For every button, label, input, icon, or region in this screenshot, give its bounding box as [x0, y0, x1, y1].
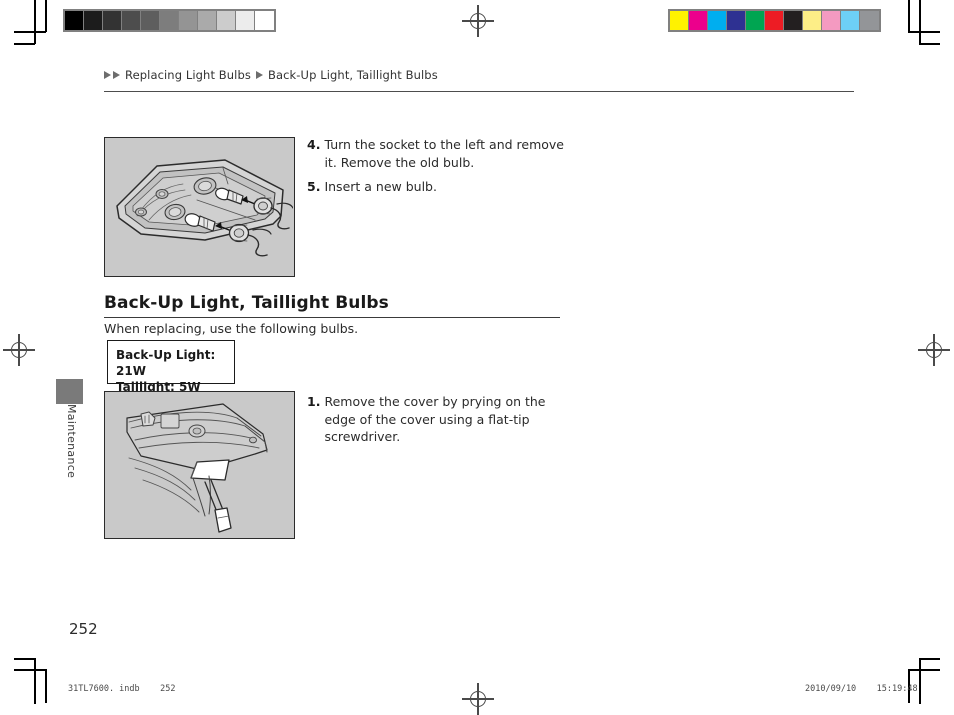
step-text: Turn the socket to the left and remove i…	[324, 137, 564, 170]
page-title: Back-Up Light, Taillight Bulbs	[104, 293, 389, 313]
instruction-step: 5. Insert a new bulb.	[307, 178, 567, 196]
step-text: Insert a new bulb.	[324, 179, 437, 194]
step-number: 1.	[307, 394, 321, 409]
page-number: 252	[69, 620, 98, 638]
instruction-list-top: 4. Turn the socket to the left and remov…	[307, 136, 567, 196]
instruction-step: 4. Turn the socket to the left and remov…	[307, 136, 567, 171]
triangle-right-icon	[104, 71, 111, 79]
section-intro-text: When replacing, use the following bulbs.	[104, 321, 359, 336]
spec-backup-light: Back-Up Light: 21W	[116, 348, 216, 378]
manual-page: Replacing Light Bulbs Back-Up Light, Tai…	[0, 0, 954, 704]
breadcrumb-current: Back-Up Light, Taillight Bulbs	[267, 68, 438, 82]
section-divider	[104, 317, 560, 319]
bulb-spec-box: Back-Up Light: 21W Taillight: 5W	[107, 340, 235, 394]
step-number: 4.	[307, 137, 321, 152]
section-tab-label: Maintenance	[65, 404, 78, 479]
footer-timestamp: 2010/09/10 15:19:48	[805, 684, 918, 694]
taillight-assembly-drawing	[116, 159, 293, 257]
breadcrumb: Replacing Light Bulbs Back-Up Light, Tai…	[104, 68, 854, 82]
trunk-cover-illustration: Cover	[104, 391, 295, 539]
section-tab-marker	[56, 379, 83, 404]
instruction-list-bottom: 1. Remove the cover by prying on the edg…	[307, 393, 562, 446]
footer-file-info: 31TL7600. indb 252	[68, 684, 176, 694]
step-number: 5.	[307, 179, 321, 194]
step-text: Remove the cover by prying on the edge o…	[324, 394, 546, 444]
triangle-right-icon	[113, 71, 120, 79]
triangle-right-icon	[255, 71, 263, 79]
taillight-assembly-illustration: Bulb Socket	[104, 137, 295, 277]
trunk-cover-drawing	[126, 403, 268, 533]
instruction-step: 1. Remove the cover by prying on the edg…	[307, 393, 562, 446]
breadcrumb-divider	[104, 91, 854, 93]
breadcrumb-parent[interactable]: Replacing Light Bulbs	[125, 68, 251, 82]
